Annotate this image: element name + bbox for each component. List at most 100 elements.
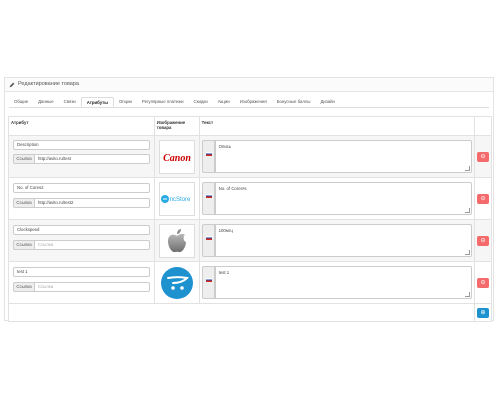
link-input[interactable]: http://avito.ru/test [35,154,150,164]
attribute-image-thumb[interactable] [159,266,195,300]
tab-reward-points[interactable]: Бонусные баллы [272,97,316,107]
attribute-name-input[interactable]: test 1 [13,267,150,277]
header-action [473,116,493,136]
opencart-store-logo-icon: ncStore [160,194,191,203]
tab-specials[interactable]: Акции [213,97,235,107]
add-attribute-button[interactable]: ⊕ [476,307,489,318]
flag-icon [205,152,212,156]
footer-spacer [8,303,475,322]
action-cell: ⊖ [473,219,493,262]
action-cell: ⊖ [473,135,493,178]
action-cell: ⊕ [473,303,493,322]
minus-circle-icon: ⊖ [480,195,486,202]
table-row: Clockspeed Ссылка Ссылка 100мгц ⊖ [8,219,493,262]
opencart-cart-logo-icon [160,266,193,299]
tab-divider [9,107,489,108]
attribute-text-value: Опись [218,144,232,149]
tab-links[interactable]: Связи [59,97,81,107]
attribute-text-area[interactable]: 100мгц [214,224,472,257]
table-row: No. of Cores2 Ссылка http://avito.ru/tes… [8,177,493,220]
attribute-image-thumb[interactable]: Canon [158,139,195,174]
tab-recurring[interactable]: Регулярные платежи [137,97,189,107]
tab-attributes[interactable]: Атрибуты [80,97,114,107]
attribute-image-thumb[interactable] [158,223,195,258]
panel-title: Редактирование товара [18,81,79,87]
attribute-text-area[interactable]: test 1 [214,266,472,299]
action-cell: ⊖ [473,261,493,304]
resize-grip-icon[interactable] [464,166,470,171]
link-input[interactable]: Ссылка [35,240,150,250]
minus-circle-icon: ⊖ [480,279,486,286]
plus-circle-icon: ⊕ [480,309,486,316]
resize-grip-icon[interactable] [464,292,470,297]
minus-circle-icon: ⊖ [480,237,486,244]
tab-options[interactable]: Опции [114,97,137,107]
svg-text:ncStore: ncStore [169,197,190,203]
link-input-group: Ссылка Ссылка [13,282,150,292]
link-addon: Ссылка [13,198,35,208]
link-addon: Ссылка [13,240,35,250]
attribute-text-area[interactable]: No. of Cores% [214,182,472,215]
text-cell: 100мгц [198,219,475,262]
table-row: Description Ссылка http://avito.ru/test … [8,135,493,178]
tab-design[interactable]: Дизайн [315,97,339,107]
attribute-cell: test 1 Ссылка Ссылка [8,261,155,304]
remove-button[interactable]: ⊖ [476,151,489,162]
tab-data[interactable]: Данные [33,97,59,107]
link-input[interactable]: Ссылка [35,282,150,292]
table-header-row: Атрибут Изображение товара Текст [8,116,493,136]
link-addon: Ссылка [13,282,35,292]
flag-icon [205,194,212,198]
minus-circle-icon: ⊖ [480,153,486,160]
attribute-text-value: 100мгц [218,228,233,233]
attribute-cell: No. of Cores2 Ссылка http://avito.ru/tes… [8,177,155,220]
link-input-group: Ссылка Ссылка [13,240,150,250]
resize-grip-icon[interactable] [464,208,470,213]
canon-logo-icon: Canon [163,153,191,164]
attribute-text-value: test 1 [218,270,230,275]
attribute-cell: Clockspeed Ссылка Ссылка [8,219,155,262]
attribute-table: Атрибут Изображение товара Текст Descrip… [8,116,493,322]
table-footer-row: ⊕ [8,303,493,322]
attribute-cell: Description Ссылка http://avito.ru/test [8,135,155,178]
action-cell: ⊖ [473,177,493,220]
link-addon: Ссылка [13,154,35,164]
language-flag [201,140,215,173]
attribute-name-input[interactable]: No. of Cores2 [13,183,150,193]
attribute-text-area[interactable]: Опись [214,140,472,173]
flag-icon [205,236,212,240]
link-input-group: Ссылка http://avito.ru/test2 [13,198,150,208]
table-row: test 1 Ссылка Ссылка test 1 ⊖ [8,261,493,304]
apple-logo-icon [167,228,186,252]
image-cell [153,219,200,262]
text-cell: test 1 [198,261,475,304]
attribute-name-input[interactable]: Description [13,140,150,150]
remove-button[interactable]: ⊖ [476,277,489,288]
text-cell: Опись [198,135,475,178]
header-image: Изображение товара [153,116,200,136]
remove-button[interactable]: ⊖ [476,235,489,246]
pencil-icon [9,82,15,87]
tab-bar: Общие Данные Связи Атрибуты Опции Регуля… [9,97,340,107]
image-cell: Canon [153,135,200,178]
image-cell: ncStore [153,177,200,220]
tab-images[interactable]: Изображения [235,97,272,107]
tab-discounts[interactable]: Скидки [189,97,213,107]
header-attribute: Атрибут [8,116,155,136]
svg-text:Canon: Canon [163,153,191,164]
remove-button[interactable]: ⊖ [476,193,489,204]
language-flag [201,182,215,215]
attribute-name-input[interactable]: Clockspeed [13,225,150,235]
attribute-text-value: No. of Cores% [218,186,247,191]
link-input[interactable]: http://avito.ru/test2 [35,198,150,208]
language-flag [201,224,215,257]
resize-grip-icon[interactable] [464,250,470,255]
attribute-image-thumb[interactable]: ncStore [158,181,195,216]
language-flag [201,266,215,299]
text-cell: No. of Cores% [198,177,475,220]
header-text: Текст [198,116,475,136]
tab-general[interactable]: Общие [9,97,33,107]
flag-icon [205,278,212,282]
link-input-group: Ссылка http://avito.ru/test [13,154,150,164]
image-cell [153,261,200,304]
